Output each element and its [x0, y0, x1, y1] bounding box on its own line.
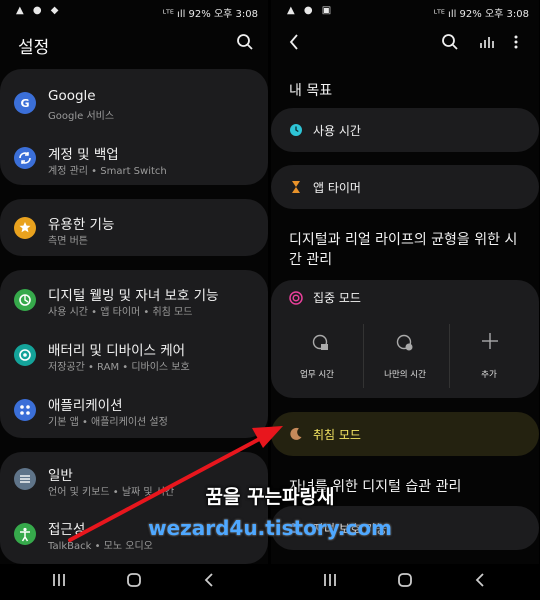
- watermark-url: wezard4u.tistory.com: [148, 516, 392, 540]
- item-title: 애플리케이션: [48, 398, 123, 414]
- work-time-tile[interactable]: 업무 시간: [271, 316, 363, 396]
- page-title: 설정: [18, 38, 50, 58]
- settings-item-device-care[interactable]: 배터리 및 디바이스 케어 저장공간 • RAM • 디바이스 보호: [0, 326, 268, 382]
- my-time-icon: [396, 334, 413, 351]
- sleep-mode-label: 취침 모드: [313, 428, 361, 442]
- navigation-bar: [0, 564, 268, 600]
- item-title: 배터리 및 디바이스 케어: [48, 343, 186, 359]
- item-title: 접근성: [48, 522, 86, 538]
- home-icon[interactable]: [397, 572, 413, 592]
- navigation-bar: [271, 564, 539, 600]
- back-arrow-icon[interactable]: [283, 31, 305, 53]
- item-title: 일반: [48, 468, 73, 484]
- settings-screen: ▲ ● ◆ ᴸᵀᴱ ıll 92% 오후 3:08 설정 G Google Go…: [0, 0, 268, 600]
- wellbeing-icon: [14, 289, 36, 311]
- sliders-icon: [14, 468, 36, 490]
- app-timer-row[interactable]: 앱 타이머: [271, 165, 539, 209]
- section-title-balance: 디지털과 리얼 라이프의 균형을 위한 시간 관리: [289, 232, 518, 268]
- item-title: Google: [48, 88, 96, 104]
- status-bar: ▲ ● ◆ ᴸᵀᴱ ıll 92% 오후 3:08: [0, 0, 268, 22]
- item-title: 유용한 기능: [48, 217, 115, 233]
- focus-mode-row[interactable]: 집중 모드: [271, 280, 539, 314]
- tile-label: 업무 시간: [300, 370, 334, 380]
- item-subtitle: 측면 버튼: [48, 236, 88, 247]
- recent-apps-icon[interactable]: [52, 572, 66, 592]
- focus-mode-label: 집중 모드: [313, 291, 361, 305]
- add-tile[interactable]: 추가: [443, 316, 535, 396]
- tile-label: 추가: [481, 370, 497, 380]
- digital-wellbeing-screen: ▲ ● ▣ ᴸᵀᴱ ıll 92% 오후 3:08 내 목표 사용 시간 앱 타…: [271, 0, 539, 600]
- settings-item-digital-wellbeing[interactable]: 디지털 웰빙 및 자녀 보호 기능 사용 시간 • 앱 타이머 • 취침 모드: [0, 270, 268, 326]
- section-title-goals: 내 목표: [289, 83, 333, 99]
- item-subtitle: 기본 앱 • 애플리케이션 설정: [48, 417, 168, 428]
- settings-item-google[interactable]: G Google Google 서비스: [0, 69, 268, 127]
- plus-icon: [482, 333, 498, 349]
- stats-icon[interactable]: [475, 31, 497, 53]
- usage-time-row[interactable]: 사용 시간: [271, 108, 539, 152]
- item-subtitle: 사용 시간 • 앱 타이머 • 취침 모드: [48, 307, 193, 318]
- hourglass-icon: [289, 179, 303, 198]
- item-subtitle: Google 서비스: [48, 111, 115, 122]
- moon-icon: [289, 426, 303, 445]
- my-time-tile[interactable]: 나만의 시간: [359, 316, 451, 396]
- status-indicators: ᴸᵀᴱ ıll 92% 오후 3:08: [162, 9, 258, 20]
- back-icon[interactable]: [474, 572, 486, 592]
- settings-group-advanced: 유용한 기능 측면 버튼: [0, 199, 268, 256]
- sync-icon: [14, 147, 36, 169]
- tile-label: 나만의 시간: [384, 370, 426, 380]
- clock-icon: [289, 122, 303, 141]
- search-icon[interactable]: [234, 31, 256, 53]
- device-care-icon: [14, 344, 36, 366]
- item-subtitle: 계정 관리 • Smart Switch: [48, 166, 167, 177]
- app-timer-label: 앱 타이머: [313, 181, 361, 195]
- focus-mode-card: 집중 모드 업무 시간 나만의 시간 추가: [271, 280, 539, 398]
- settings-item-accounts-backup[interactable]: 계정 및 백업 계정 관리 • Smart Switch: [0, 127, 268, 185]
- item-title: 계정 및 백업: [48, 147, 119, 163]
- notification-icons: ▲ ● ◆: [16, 5, 62, 16]
- apps-icon: [14, 399, 36, 421]
- status-bar: ▲ ● ▣ ᴸᵀᴱ ıll 92% 오후 3:08: [271, 0, 539, 22]
- accessibility-icon: [14, 523, 36, 545]
- settings-group-device: 디지털 웰빙 및 자녀 보호 기능 사용 시간 • 앱 타이머 • 취침 모드 …: [0, 270, 268, 438]
- work-time-icon: [312, 334, 328, 350]
- svg-text:G: G: [20, 97, 29, 110]
- settings-item-applications[interactable]: 애플리케이션 기본 앱 • 애플리케이션 설정: [0, 382, 268, 438]
- more-options-icon[interactable]: [505, 31, 527, 53]
- google-icon: G: [14, 92, 36, 114]
- settings-item-advanced-features[interactable]: 유용한 기능 측면 버튼: [0, 199, 268, 256]
- item-title: 디지털 웰빙 및 자녀 보호 기능: [48, 288, 219, 304]
- back-icon[interactable]: [203, 572, 215, 592]
- star-gear-icon: [14, 217, 36, 239]
- recent-apps-icon[interactable]: [323, 572, 337, 592]
- item-subtitle: 저장공간 • RAM • 디바이스 보호: [48, 362, 190, 373]
- watermark-title: 꿈을 꾸는파랑새: [205, 486, 335, 508]
- sleep-mode-row[interactable]: 취침 모드: [271, 412, 539, 456]
- focus-mode-tiles: 업무 시간 나만의 시간 추가: [271, 316, 539, 396]
- usage-time-label: 사용 시간: [313, 124, 361, 138]
- status-indicators: ᴸᵀᴱ ıll 92% 오후 3:08: [433, 9, 529, 20]
- notification-icons: ▲ ● ▣: [287, 5, 335, 16]
- home-icon[interactable]: [126, 572, 142, 592]
- search-icon[interactable]: [439, 31, 461, 53]
- target-icon: [289, 290, 303, 309]
- settings-group-accounts: G Google Google 서비스 계정 및 백업 계정 관리 • Smar…: [0, 69, 268, 185]
